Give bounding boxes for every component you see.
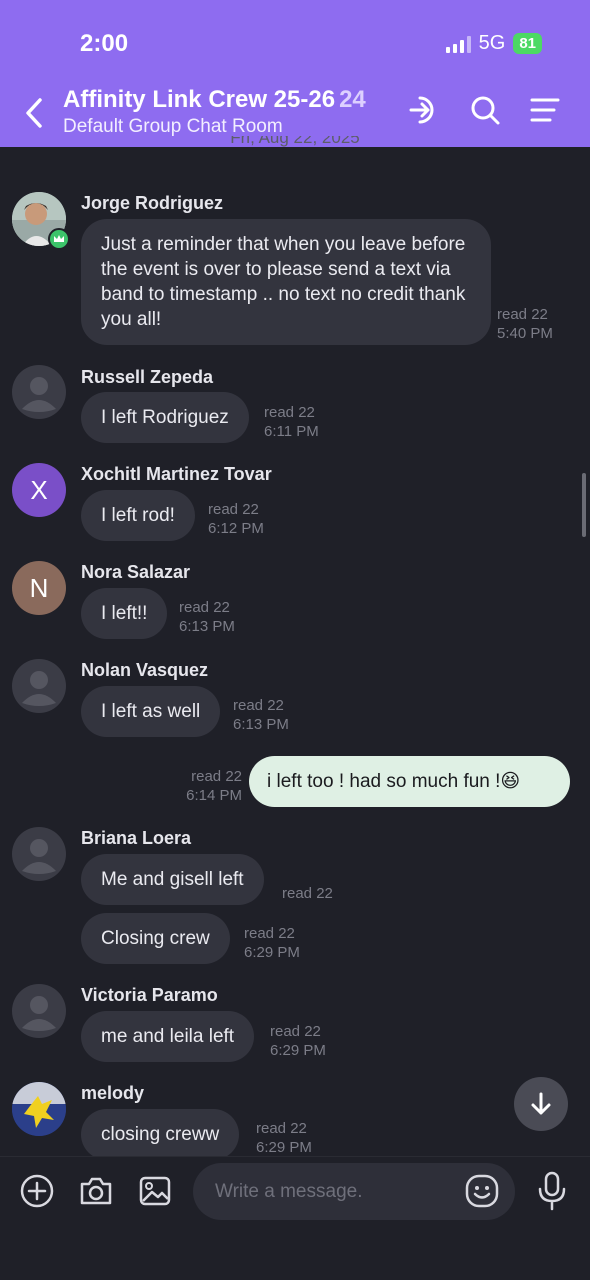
read-count: read 22	[208, 501, 259, 518]
menu-icon[interactable]	[527, 92, 563, 128]
profile-photo	[12, 1082, 66, 1136]
message-time: 6:14 PM	[186, 787, 242, 804]
network-type: 5G	[478, 32, 506, 54]
message-meta: read 22 6:29 PM	[270, 1022, 326, 1060]
message-time: 6:13 PM	[179, 618, 235, 635]
sender-name: Jorge Rodriguez	[81, 193, 224, 213]
message-text: i left too ! had so much fun !	[267, 771, 501, 792]
message-meta: read 22 6:13 PM	[179, 598, 235, 636]
status-indicators: 5G 81	[445, 32, 542, 55]
default-avatar-icon	[22, 996, 56, 1031]
avatar[interactable]	[12, 1082, 66, 1136]
signal-icon	[445, 35, 471, 53]
chat-title-text: Affinity Link Crew 25-26	[63, 86, 336, 113]
read-count: read 22	[179, 599, 230, 616]
sender-name: Briana Loera	[81, 828, 192, 848]
status-time: 2:00	[80, 30, 129, 57]
search-icon[interactable]	[467, 92, 503, 128]
sender-name: melody	[81, 1083, 145, 1103]
message-time: 6:29 PM	[256, 1139, 312, 1156]
default-avatar-icon	[22, 671, 56, 706]
chat-subtitle: Default Group Chat Room	[63, 116, 283, 137]
sender-name: Russell Zepeda	[81, 367, 214, 387]
message-meta: read 22 6:11 PM	[264, 403, 319, 441]
back-arrow-icon[interactable]	[20, 95, 50, 131]
read-count: read 22	[233, 697, 284, 714]
message-input[interactable]	[215, 1163, 455, 1220]
sender-name: Nora Salazar	[81, 562, 191, 582]
read-count: read 22	[191, 768, 242, 785]
read-count: read 22	[270, 1023, 321, 1040]
message-bubble[interactable]: Me and gisell left	[81, 854, 264, 905]
message-time: 6:12 PM	[208, 520, 264, 537]
read-count: read 22	[282, 885, 333, 902]
message-meta: read 22	[282, 884, 333, 903]
message-time: 5:40 PM	[497, 325, 553, 342]
add-icon[interactable]	[18, 1172, 56, 1210]
my-message-bubble[interactable]: i left too ! had so much fun !😆	[249, 756, 570, 807]
avatar-initial: X	[30, 474, 48, 505]
chat-title[interactable]: Affinity Link Crew 25-26 24	[63, 86, 366, 114]
message-meta: read 22 5:40 PM	[497, 305, 553, 343]
avatar[interactable]	[12, 659, 66, 713]
camera-icon[interactable]	[77, 1172, 115, 1210]
read-count: read 22	[256, 1120, 307, 1137]
microphone-icon[interactable]	[533, 1170, 571, 1212]
message-time: 6:29 PM	[244, 944, 300, 961]
avatar[interactable]: N	[12, 561, 66, 615]
message-bubble[interactable]: I left Rodriguez	[81, 392, 249, 443]
sender-name: Nolan Vasquez	[81, 660, 209, 680]
battery-icon: 81	[513, 33, 542, 54]
message-bubble[interactable]: Just a reminder that when you leave befo…	[81, 219, 491, 345]
read-count: read 22	[497, 306, 548, 323]
message-bubble[interactable]: closing creww	[81, 1109, 240, 1160]
scrollbar[interactable]	[582, 473, 586, 537]
message-bubble[interactable]: I left rod!	[81, 490, 195, 541]
avatar[interactable]	[12, 827, 66, 881]
message-time: 6:29 PM	[270, 1042, 326, 1059]
message-meta: read 22 6:29 PM	[256, 1119, 312, 1157]
message-meta: read 22 6:29 PM	[244, 924, 300, 962]
default-avatar-icon	[22, 377, 56, 412]
message-bubble[interactable]: me and leila left	[81, 1011, 255, 1062]
read-count: read 22	[244, 925, 295, 942]
default-avatar-icon	[22, 839, 56, 874]
member-count: 24	[339, 86, 366, 113]
read-count: read 22	[264, 404, 315, 421]
message-meta: read 22 6:14 PM	[185, 767, 242, 805]
message-meta: read 22 6:13 PM	[233, 696, 289, 734]
message-bubble[interactable]: I left!!	[81, 588, 168, 639]
date-separator: Fri, Aug 22, 2025	[230, 136, 360, 147]
enter-room-icon[interactable]	[406, 92, 442, 128]
arrow-down-icon	[531, 1092, 551, 1115]
laughing-emoji: 😆	[500, 771, 521, 792]
message-input-container	[193, 1163, 515, 1220]
emoji-icon[interactable]	[464, 1173, 500, 1209]
message-bubble[interactable]: Closing crew	[81, 913, 230, 964]
avatar-initial: N	[29, 572, 49, 603]
message-bubble[interactable]: I left as well	[81, 686, 221, 737]
message-time: 6:13 PM	[233, 716, 289, 733]
crown-badge-icon	[48, 228, 70, 250]
chat-header: 2:00 5G 81 Affinity Link Crew 25-26 24 De…	[0, 0, 590, 147]
avatar[interactable]	[12, 365, 66, 419]
sender-name: Victoria Paramo	[81, 985, 218, 1005]
avatar[interactable]	[12, 984, 66, 1038]
message-meta: read 22 6:12 PM	[208, 500, 264, 538]
sender-name: Xochitl Martinez Tovar	[81, 464, 272, 484]
message-time: 6:11 PM	[264, 423, 319, 440]
scroll-to-bottom-button[interactable]	[514, 1077, 568, 1131]
avatar[interactable]: X	[12, 463, 66, 517]
gallery-icon[interactable]	[136, 1172, 174, 1210]
